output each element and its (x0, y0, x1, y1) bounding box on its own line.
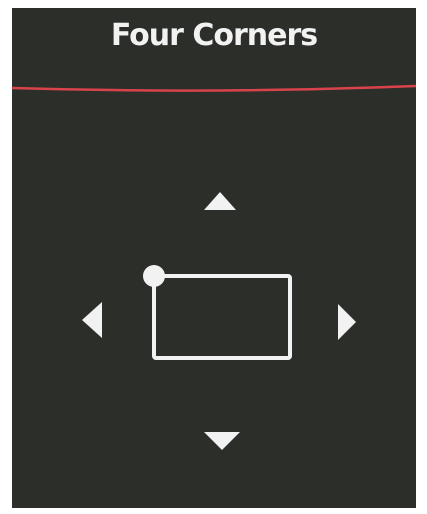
right-arrow-button[interactable] (338, 304, 356, 340)
corner-indicator-dot (143, 265, 165, 287)
corner-preview-frame (152, 274, 292, 360)
triangle-right-icon (338, 304, 356, 340)
left-arrow-button[interactable] (82, 302, 102, 338)
screen: Four Corners (12, 8, 416, 508)
triangle-down-icon (204, 432, 240, 450)
triangle-left-icon (82, 302, 102, 338)
rectangle-with-corner-dot-icon (143, 265, 292, 360)
corner-selector (82, 192, 356, 450)
up-arrow-button[interactable] (204, 192, 236, 210)
down-arrow-button[interactable] (204, 432, 240, 450)
triangle-up-icon (204, 192, 236, 210)
